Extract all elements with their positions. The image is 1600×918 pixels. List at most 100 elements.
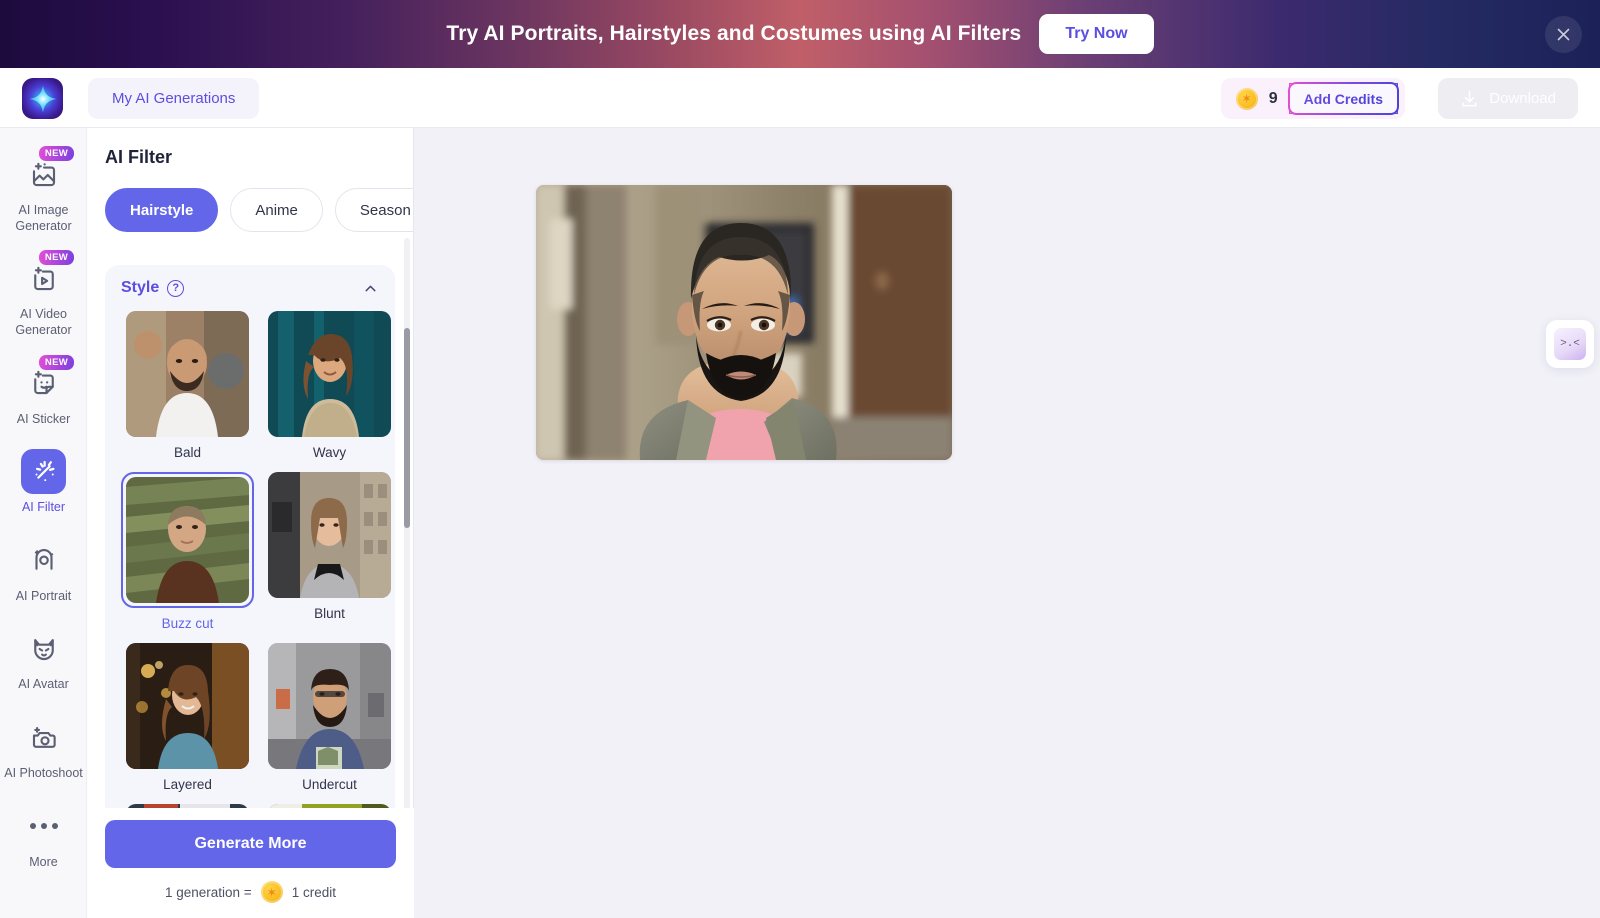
credits-count: 9 <box>1268 89 1278 107</box>
generate-more-button[interactable]: Generate More <box>105 820 396 868</box>
style-option-label: Bald <box>173 445 202 460</box>
sidebar-item-ai-sticker[interactable]: NEW AI Sticker <box>0 351 87 436</box>
style-thumbnail <box>268 643 391 769</box>
chevron-up-icon[interactable] <box>362 280 379 297</box>
sidebar-item-label: AI Photoshoot <box>4 766 83 780</box>
avatar-cat-icon-wrap <box>21 626 66 671</box>
tab-hairstyle[interactable]: Hairstyle <box>105 188 219 232</box>
download-button[interactable]: Download <box>1438 78 1578 119</box>
promo-close-button[interactable] <box>1545 16 1582 53</box>
promo-text: Try AI Portraits, Hairstyles and Costume… <box>446 22 1022 45</box>
camera-icon <box>32 726 56 748</box>
thumb-frame <box>268 311 391 437</box>
style-option-label: Wavy <box>312 445 347 460</box>
thumb-frame-selected <box>121 472 254 608</box>
tab-anime[interactable]: Anime <box>230 188 323 232</box>
sidebar-item-label: AI Video Generator <box>15 307 72 337</box>
undercut-thumbnail-art <box>268 643 391 769</box>
new-badge: NEW <box>38 250 74 266</box>
chevron-up-glyph <box>365 285 376 291</box>
sidebar-item-label: AI Filter <box>21 500 66 515</box>
style-option-label: Buzz cut <box>161 616 214 631</box>
style-grid: Bald Wavy Buzz cut Blunt Layered Undercu… <box>105 311 395 821</box>
promo-banner: Try AI Portraits, Hairstyles and Costume… <box>0 0 1600 68</box>
style-option-blunt[interactable]: Blunt <box>268 472 391 631</box>
image-generator-icon <box>32 162 55 186</box>
style-thumbnail <box>268 472 391 598</box>
canvas-area: >.< <box>414 128 1600 918</box>
sidebar-item-label: AI Image Generator <box>15 203 72 233</box>
avatar-cat-icon <box>33 639 54 660</box>
download-icon <box>1462 90 1477 107</box>
app-logo-spark-icon <box>28 84 57 113</box>
help-circle-icon[interactable]: ? <box>167 279 185 297</box>
credit-cost-note: 1 generation = ✶ 1 credit <box>105 881 396 903</box>
style-option-label: Undercut <box>302 777 357 792</box>
sidebar-item-ai-portrait[interactable]: AI Portrait <box>0 528 87 613</box>
style-option-bald[interactable]: Bald <box>121 311 254 460</box>
floating-assistant-widget[interactable]: >.< <box>1546 320 1594 368</box>
portrait-preview-image[interactable] <box>536 185 952 460</box>
close-icon <box>1557 28 1570 41</box>
ai-filter-panel: AI Filter Hairstyle Anime Season Style ? <box>87 128 414 918</box>
sidebar-item-ai-video-generator[interactable]: NEW AI Video Generator <box>0 246 87 346</box>
workspace: NEW AI Image Generator NEW AI Video Gene… <box>0 128 1600 918</box>
assistant-face-icon: >.< <box>1554 328 1586 360</box>
thumb-frame <box>268 643 391 769</box>
style-thumbnail <box>268 311 391 437</box>
sidebar-item-label: More <box>29 854 58 869</box>
style-option-label: Blunt <box>314 606 345 621</box>
coin-icon: ✶ <box>260 881 283 903</box>
magic-wand-icon <box>35 460 54 481</box>
style-section-label: Style <box>121 279 160 296</box>
portrait-icon-wrap <box>21 538 66 583</box>
sidebar-item-ai-photoshoot[interactable]: AI Photoshoot <box>0 705 87 790</box>
panel-title: AI Filter <box>105 147 173 167</box>
sidebar-item-label: AI Sticker <box>16 411 71 426</box>
style-thumbnail <box>126 477 249 603</box>
download-label: Download <box>1489 90 1556 107</box>
layered-thumbnail-art <box>126 643 249 769</box>
thumb-frame <box>268 472 391 598</box>
magic-wand-icon-wrap <box>21 449 66 495</box>
style-option-layered[interactable]: Layered <box>121 643 254 792</box>
sidebar-item-label: AI Avatar <box>18 677 69 692</box>
tool-sidebar: NEW AI Image Generator NEW AI Video Gene… <box>0 128 87 918</box>
style-section: Style ? Bald Wavy Buzz cut Blunt Layered… <box>105 265 395 821</box>
credit-note-prefix: 1 generation = <box>165 884 252 900</box>
panel-scrollbar-thumb[interactable] <box>404 328 410 528</box>
sidebar-item-ai-image-generator[interactable]: NEW AI Image Generator <box>0 142 87 242</box>
sticker-icon <box>33 370 54 395</box>
add-credits-button[interactable]: Add Credits <box>1288 83 1398 114</box>
style-grid-scroll[interactable]: Bald Wavy Buzz cut Blunt Layered Undercu… <box>105 311 395 821</box>
style-option-undercut[interactable]: Undercut <box>268 643 391 792</box>
app-header: My AI Generations ✶ 9 Add Credits Downlo… <box>0 68 1600 128</box>
camera-icon-wrap <box>21 715 66 760</box>
my-ai-generations-label: My AI Generations <box>112 90 236 107</box>
filter-category-tabs: Hairstyle Anime Season <box>105 188 413 232</box>
bald-thumbnail-art <box>126 311 249 437</box>
style-option-buzz-cut[interactable]: Buzz cut <box>121 472 254 631</box>
portrait-icon <box>34 549 53 571</box>
buzz-cut-thumbnail-art <box>126 477 249 603</box>
preview-portrait-art <box>536 185 952 460</box>
promo-content: Try AI Portraits, Hairstyles and Costume… <box>446 14 1154 54</box>
my-ai-generations-nav[interactable]: My AI Generations <box>88 78 260 119</box>
style-option-wavy[interactable]: Wavy <box>268 311 391 460</box>
try-now-button[interactable]: Try Now <box>1039 14 1154 54</box>
sidebar-item-ai-avatar[interactable]: AI Avatar <box>0 616 87 701</box>
style-option-label: Layered <box>163 777 212 792</box>
sidebar-item-more[interactable]: More <box>0 794 87 879</box>
app-logo[interactable] <box>22 78 63 119</box>
ellipsis-icon <box>29 823 58 830</box>
add-credits-label: Add Credits <box>1303 90 1383 107</box>
thumb-frame <box>126 643 249 769</box>
video-generator-icon <box>33 266 54 290</box>
sidebar-item-label: AI Portrait <box>15 588 72 603</box>
style-section-header: Style ? <box>105 265 395 311</box>
ellipsis-icon-wrap <box>21 804 66 849</box>
sidebar-item-ai-filter[interactable]: AI Filter <box>0 439 87 524</box>
blunt-thumbnail-art <box>268 472 391 598</box>
tab-season[interactable]: Season <box>334 188 413 232</box>
style-thumbnail <box>126 311 249 437</box>
